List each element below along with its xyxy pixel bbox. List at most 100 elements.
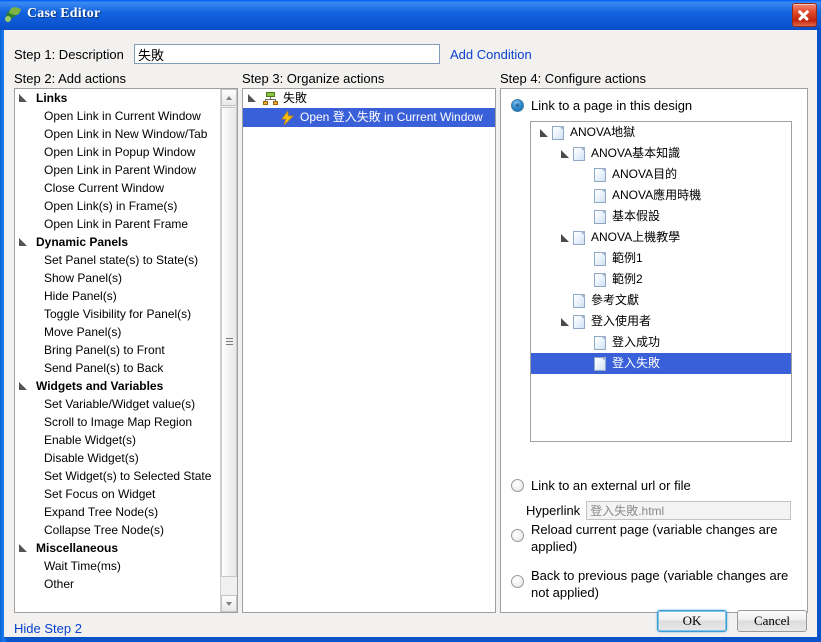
action-item-label: Move Panel(s) (44, 325, 122, 339)
organize-tree-row-selected[interactable]: Open 登入失敗 in Current Window (243, 108, 495, 127)
action-item[interactable]: Open Link in Parent Window (15, 161, 221, 179)
scroll-down-button[interactable] (221, 595, 237, 612)
action-item[interactable]: Enable Widget(s) (15, 431, 221, 449)
hide-step2-link[interactable]: Hide Step 2 (14, 621, 82, 636)
action-item[interactable]: Open Link in Parent Frame (15, 215, 221, 233)
add-condition-link[interactable]: Add Condition (450, 47, 532, 62)
page-tree-row[interactable]: 範例1 (531, 248, 791, 269)
action-group[interactable]: Links (15, 89, 221, 107)
page-tree-row[interactable]: ANOVA上機教學 (531, 227, 791, 248)
action-item[interactable]: Open Link(s) in Frame(s) (15, 197, 221, 215)
expand-triangle-icon[interactable] (539, 128, 549, 138)
action-item-label: Bring Panel(s) to Front (44, 343, 165, 357)
page-tree-row[interactable]: 參考文獻 (531, 290, 791, 311)
radio-row-link-design[interactable]: Link to a page in this design (511, 99, 692, 113)
scrollbar-thumb[interactable] (221, 107, 237, 577)
sitemap-icon (263, 92, 278, 105)
action-item-label: Open Link in Current Window (44, 109, 201, 123)
hyperlink-input[interactable] (586, 501, 792, 520)
ok-button[interactable]: OK (657, 610, 727, 632)
action-item-label: Send Panel(s) to Back (44, 361, 164, 375)
action-item[interactable]: Collapse Tree Node(s) (15, 521, 221, 539)
page-icon (594, 251, 606, 266)
action-group[interactable]: Dynamic Panels (15, 233, 221, 251)
action-item[interactable]: Open Link in Popup Window (15, 143, 221, 161)
action-item[interactable]: Send Panel(s) to Back (15, 359, 221, 377)
radio-label-back-page: Back to previous page (variable changes … (531, 568, 789, 600)
action-item[interactable]: Move Panel(s) (15, 323, 221, 341)
organize-tree-label: 失敗 (283, 91, 308, 105)
action-item[interactable]: Set Panel state(s) to State(s) (15, 251, 221, 269)
action-item[interactable]: Bring Panel(s) to Front (15, 341, 221, 359)
action-group[interactable]: Miscellaneous (15, 539, 221, 557)
expand-triangle-icon[interactable] (560, 317, 570, 327)
close-icon[interactable] (792, 3, 817, 27)
dialog-client-area: Step 1: Description Add Condition Step 2… (4, 30, 817, 638)
organize-tree[interactable]: 失敗 Open 登入失敗 in Current Window (243, 89, 495, 127)
action-item-label: Hide Panel(s) (44, 289, 117, 303)
expand-triangle-icon[interactable] (560, 149, 570, 159)
action-item-label: Set Focus on Widget (44, 487, 156, 501)
radio-back-page[interactable] (511, 575, 524, 588)
action-item[interactable]: Hide Panel(s) (15, 287, 221, 305)
expand-triangle-icon[interactable] (19, 237, 28, 247)
page-tree-row[interactable]: ANOVA目的 (531, 164, 791, 185)
page-tree-row[interactable]: ANOVA應用時機 (531, 185, 791, 206)
expand-triangle-icon[interactable] (248, 94, 257, 103)
page-tree-row[interactable]: 登入使用者 (531, 311, 791, 332)
page-tree-row[interactable]: ANOVA地獄 (531, 122, 791, 143)
expand-triangle-icon[interactable] (19, 381, 28, 391)
scroll-up-button[interactable] (221, 89, 237, 106)
radio-link-design[interactable] (511, 99, 524, 112)
cancel-button[interactable]: Cancel (737, 610, 807, 632)
page-tree-row-selected[interactable]: 登入失敗 (531, 353, 791, 374)
action-list[interactable]: Links Open Link in Current Window Open Lin… (15, 89, 221, 612)
action-item[interactable]: Disable Widget(s) (15, 449, 221, 467)
page-tree-row[interactable]: 登入成功 (531, 332, 791, 353)
radio-row-back-page[interactable]: Back to previous page (variable changes … (511, 567, 801, 601)
action-item[interactable]: Open Link in New Window/Tab (15, 125, 221, 143)
radio-row-external-url[interactable]: Link to an external url or file (511, 479, 691, 493)
page-icon (594, 188, 606, 203)
action-item[interactable]: Show Panel(s) (15, 269, 221, 287)
page-icon (594, 167, 606, 182)
step4-heading: Step 4: Configure actions (500, 71, 646, 86)
page-tree-row[interactable]: ANOVA基本知識 (531, 143, 791, 164)
expand-triangle-icon[interactable] (560, 233, 570, 243)
page-tree-row[interactable]: 範例2 (531, 269, 791, 290)
action-item-label: Open Link in Parent Window (44, 163, 197, 177)
action-item[interactable]: Open Link in Current Window (15, 107, 221, 125)
action-item[interactable]: Scroll to Image Map Region (15, 413, 221, 431)
page-tree-row[interactable]: 基本假設 (531, 206, 791, 227)
radio-reload-page[interactable] (511, 529, 524, 542)
expand-triangle-icon[interactable] (19, 93, 28, 103)
action-item-label: Scroll to Image Map Region (44, 415, 193, 429)
expand-triangle-icon[interactable] (19, 543, 28, 553)
action-item[interactable]: Set Widget(s) to Selected State (15, 467, 221, 485)
radio-label-external-url: Link to an external url or file (531, 478, 691, 493)
action-item[interactable]: Other (15, 575, 221, 593)
action-group[interactable]: Widgets and Variables (15, 377, 221, 395)
page-icon (594, 209, 606, 224)
radio-row-reload-page[interactable]: Reload current page (variable changes ar… (511, 521, 801, 555)
action-list-scrollbar[interactable] (220, 89, 237, 612)
action-item[interactable]: Expand Tree Node(s) (15, 503, 221, 521)
radio-external-url[interactable] (511, 479, 524, 492)
description-input[interactable] (134, 44, 440, 64)
action-item[interactable]: Wait Time(ms) (15, 557, 221, 575)
organize-tree-row[interactable]: 失敗 (243, 89, 495, 108)
action-item[interactable]: Set Focus on Widget (15, 485, 221, 503)
action-item-label: Open Link in Parent Frame (44, 217, 189, 231)
page-tree-label: ANOVA上機教學 (591, 230, 681, 244)
window-title: Case Editor (27, 6, 101, 21)
page-tree-label: 參考文獻 (591, 293, 640, 307)
action-item[interactable]: Close Current Window (15, 179, 221, 197)
title-bar: Case Editor (0, 0, 821, 30)
step1-label: Step 1: Description (14, 47, 124, 62)
page-tree[interactable]: ANOVA地獄 ANOVA基本知識 ANOVA目的 ANOVA應用時機 基本假設 ANOV… (530, 121, 792, 442)
action-item[interactable]: Set Variable/Widget value(s) (15, 395, 221, 413)
action-item-label: Set Variable/Widget value(s) (44, 397, 196, 411)
action-item[interactable]: Toggle Visibility for Panel(s) (15, 305, 221, 323)
